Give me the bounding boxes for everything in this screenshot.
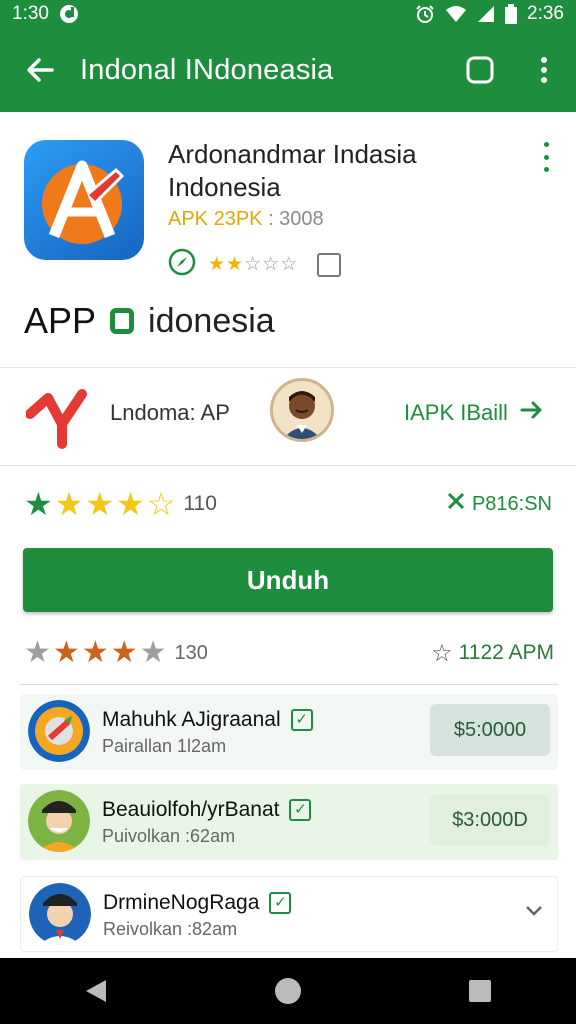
list-avatar-icon — [28, 790, 90, 852]
app-bar: Indonal INdoneasia — [0, 28, 576, 112]
notification-icon — [59, 4, 79, 24]
divider — [20, 684, 558, 685]
signal-icon — [477, 5, 495, 23]
app-meta: APK 23PK : 3008 — [168, 208, 324, 231]
nav-recents-icon[interactable] — [450, 961, 510, 1021]
app-name: Ardonandmar Indasia Indonesia — [168, 139, 417, 202]
app-label: APP idonesia — [24, 300, 275, 342]
rating-count-secondary: 130 — [174, 641, 208, 664]
developer-name: Lndoma: AP — [110, 400, 230, 425]
star-icon: ★ — [24, 636, 51, 669]
status-time-right: 2:36 — [527, 3, 564, 24]
price-button[interactable]: $3:000D — [430, 794, 550, 846]
app-icon — [24, 140, 144, 260]
developer-avatar[interactable] — [270, 378, 334, 442]
cross-arrows-icon — [446, 491, 466, 517]
developer-link[interactable]: IAPK IBaill — [404, 398, 544, 428]
list-avatar-icon — [28, 700, 90, 762]
nav-home-icon[interactable] — [258, 961, 318, 1021]
wifi-icon — [445, 5, 467, 23]
list-item[interactable]: DrmineNogRaga ✓ Reivolkan :82am — [20, 876, 558, 952]
star-icon: ★ — [116, 486, 145, 522]
star-icon: ☆ — [262, 254, 280, 275]
list-avatar-icon — [29, 883, 91, 945]
developer-row[interactable]: Lndoma: AP IAPK IBaill — [0, 368, 576, 466]
square-icon[interactable] — [448, 28, 512, 112]
list-item[interactable]: Mahuhk AJigraanal ✓ Pairallan 1l2am $5:0… — [20, 694, 558, 770]
app-meta-rest: : 3008 — [262, 208, 324, 230]
rating-row-secondary: ★ ★ ★ ★ ★ 130 ☆ 1122 APM — [24, 634, 554, 672]
star-icon: ★ — [85, 486, 115, 522]
arrow-right-icon — [520, 398, 544, 428]
status-time-left: 1:30 — [12, 3, 49, 24]
list-item-subtitle: Puivolkan :62am — [102, 826, 236, 846]
developer-link-label: IAPK IBaill — [404, 400, 508, 425]
star-icon: ★ — [226, 254, 244, 275]
list-item-title: Mahuhk AJigraanal ✓ — [102, 708, 313, 732]
battery-icon — [505, 4, 518, 24]
app-label-text: APP — [24, 300, 97, 341]
app-more-vert-icon[interactable] — [534, 142, 558, 172]
list-item-subtitle: Reivolkan :82am — [103, 919, 238, 939]
star-icon: ★ — [52, 636, 80, 669]
rating-right-text: P816:SN — [471, 492, 552, 515]
star-icon: ☆ — [280, 254, 298, 275]
alarm-icon — [415, 4, 435, 24]
star-rating: ★ ★ ★ ★ ☆ — [24, 488, 175, 520]
star-rating-secondary: ★ ★ ★ ★ ★ — [24, 638, 167, 668]
rating-time-text: 1122 APM — [458, 641, 554, 664]
star-icon: ★ — [81, 636, 109, 669]
rating-row: ★ ★ ★ ★ ☆ 110 P816:SN — [24, 484, 552, 524]
list-item-title-text: Beauiolfoh/yrBanat — [102, 798, 280, 821]
check-icon: ✓ — [289, 799, 312, 821]
app-header: Ardonandmar Indasia Indonesia APK 23PK :… — [0, 112, 576, 368]
star-icon: ★ — [54, 486, 84, 522]
app-meta-apk: APK 23PK — [168, 208, 263, 230]
app-label-sub: idonesia — [148, 301, 275, 340]
nav-back-icon[interactable] — [66, 961, 126, 1021]
price-button[interactable]: $5:0000 — [430, 704, 550, 756]
list-item-title-text: DrmineNogRaga — [103, 891, 260, 914]
star-icon: ☆ — [244, 254, 262, 275]
star-icon: ★ — [24, 486, 53, 522]
app-bar-title: Indonal INdoneasia — [80, 53, 334, 86]
install-button[interactable]: Unduh — [23, 548, 553, 612]
system-nav-bar — [0, 958, 576, 1024]
star-icon: ★ — [110, 636, 138, 669]
bookmark-checkbox[interactable] — [317, 252, 342, 277]
check-icon: ✓ — [290, 709, 313, 731]
list-item-title-text: Mahuhk AJigraanal — [102, 708, 281, 731]
chevron-down-icon[interactable] — [525, 901, 543, 922]
app-info-row: ★ ★ ☆ ☆ ☆ — [168, 248, 342, 281]
rating-time: ☆ 1122 APM — [431, 639, 554, 668]
status-bar: 1:30 2:36 — [0, 0, 576, 28]
check-icon: ✓ — [269, 892, 292, 914]
compass-icon — [168, 248, 196, 281]
back-arrow-icon[interactable] — [0, 28, 80, 112]
small-star-rating: ★ ★ ☆ ☆ ☆ — [208, 253, 297, 276]
star-half-icon: ☆ — [146, 486, 176, 522]
list-item-subtitle: Pairallan 1l2am — [102, 736, 227, 756]
developer-logo-icon — [25, 384, 92, 450]
star-icon: ★ — [139, 636, 167, 669]
list-item-title: Beauiolfoh/yrBanat ✓ — [102, 798, 312, 822]
rating-count: 110 — [183, 492, 217, 515]
star-icon: ★ — [208, 254, 226, 275]
list-item-title: DrmineNogRaga ✓ — [103, 891, 292, 915]
more-vert-icon[interactable] — [512, 28, 576, 112]
star-outline-icon: ☆ — [431, 639, 453, 667]
rating-right: P816:SN — [446, 491, 552, 517]
list-item[interactable]: Beauiolfoh/yrBanat ✓ Puivolkan :62am $3:… — [20, 784, 558, 860]
tag-icon — [110, 308, 135, 334]
